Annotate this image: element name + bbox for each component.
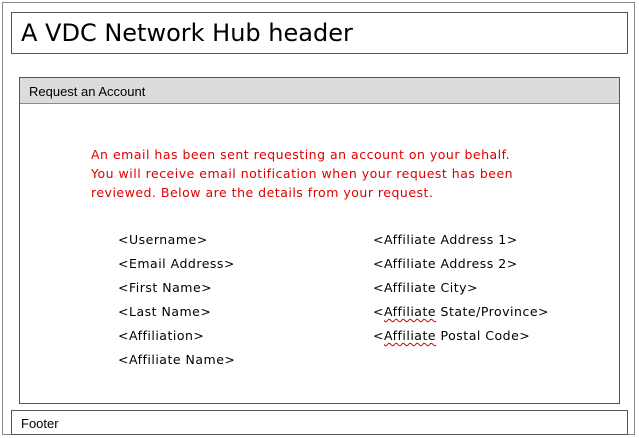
field-affiliate-postal-code: <Affiliate Postal Code>: [373, 327, 549, 351]
request-details-left: <Username> <Email Address> <First Name> …: [118, 231, 235, 375]
message-line: You will receive email notification when…: [91, 166, 514, 181]
panel-title: Request an Account: [29, 84, 146, 99]
confirmation-message: An email has been sent requesting an acc…: [91, 145, 591, 202]
field-suffix: State/Province>: [436, 304, 549, 319]
field-prefix: <: [373, 328, 384, 343]
header-title: A VDC Network Hub header: [21, 19, 353, 47]
panel-header: Request an Account: [20, 78, 619, 104]
field-affiliate-address-1: <Affiliate Address 1>: [373, 232, 518, 247]
field-first-name: <First Name>: [118, 280, 213, 295]
field-affiliate-name: <Affiliate Name>: [118, 352, 236, 367]
footer-text: Footer: [21, 416, 59, 431]
field-affiliation: <Affiliation>: [118, 328, 205, 343]
field-suffix: Postal Code>: [436, 328, 531, 343]
field-username: <Username>: [118, 232, 208, 247]
message-line: An email has been sent requesting an acc…: [91, 147, 511, 162]
spellcheck-word: Affiliate: [383, 328, 437, 343]
spellcheck-word: Affiliate: [383, 304, 437, 319]
request-details-right: <Affiliate Address 1> <Affiliate Address…: [373, 231, 549, 351]
request-account-panel: Request an Account An email has been sen…: [19, 77, 620, 404]
field-affiliate-city: <Affiliate City>: [373, 280, 478, 295]
field-prefix: <: [373, 304, 384, 319]
field-last-name: <Last Name>: [118, 304, 212, 319]
site-footer: Footer: [11, 410, 628, 435]
site-header: A VDC Network Hub header: [11, 12, 628, 54]
message-line: reviewed. Below are the details from you…: [91, 185, 434, 200]
field-email-address: <Email Address>: [118, 256, 235, 271]
field-affiliate-address-2: <Affiliate Address 2>: [373, 256, 518, 271]
field-affiliate-state-province: <Affiliate State/Province>: [373, 303, 549, 327]
